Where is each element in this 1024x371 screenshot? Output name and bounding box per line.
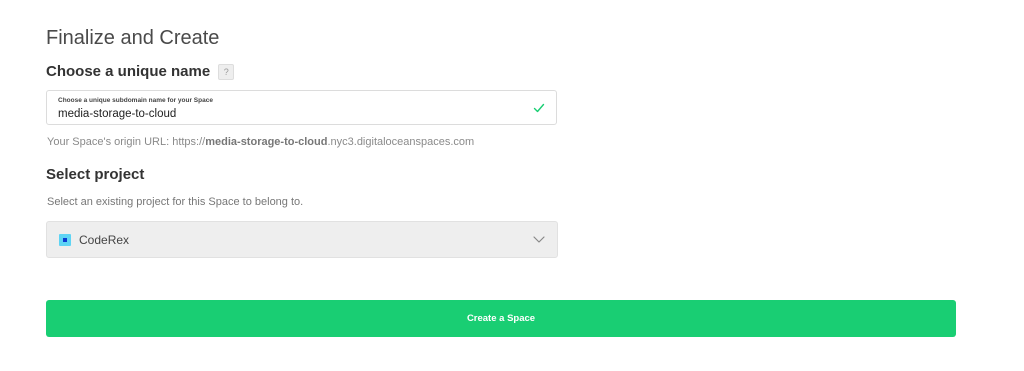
check-icon <box>533 103 545 113</box>
selected-project-label: CodeRex <box>79 233 130 247</box>
origin-url-name: media-storage-to-cloud <box>205 136 328 148</box>
project-select-dropdown[interactable]: CodeRex <box>46 221 558 258</box>
origin-url-suffix: .nyc3.digitaloceanspaces.com <box>327 136 475 148</box>
origin-url-text: Your Space's origin URL: https://media-s… <box>47 136 474 149</box>
project-square-icon <box>59 234 71 246</box>
subdomain-field-label: Choose a unique subdomain name for your … <box>58 97 213 104</box>
name-section-heading: Choose a unique name ? <box>46 63 235 81</box>
finalize-create-panel: Finalize and Create Choose a unique name… <box>0 0 1024 371</box>
project-section-heading-text: Select project <box>46 166 145 183</box>
help-icon[interactable]: ? <box>218 64 235 80</box>
name-section-heading-text: Choose a unique name <box>46 63 211 80</box>
page-title: Finalize and Create <box>46 27 220 49</box>
create-space-button[interactable]: Create a Space <box>46 300 956 337</box>
subdomain-input[interactable]: media-storage-to-cloud <box>58 107 176 121</box>
subdomain-name-field[interactable]: Choose a unique subdomain name for your … <box>46 90 557 125</box>
chevron-down-icon <box>533 236 545 243</box>
project-section-heading: Select project <box>46 166 144 184</box>
project-description: Select an existing project for this Spac… <box>47 196 304 208</box>
origin-url-prefix: Your Space's origin URL: https:// <box>47 136 206 148</box>
